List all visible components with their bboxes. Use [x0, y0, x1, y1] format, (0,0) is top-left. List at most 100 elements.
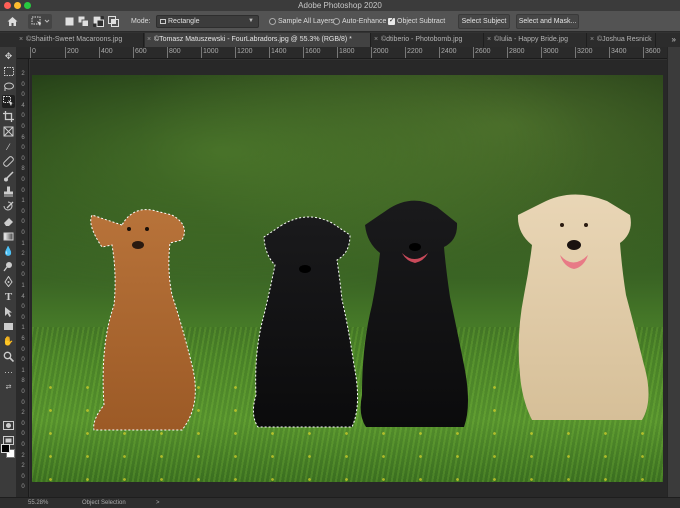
quick-mask-icon [3, 421, 14, 430]
gradient-tool[interactable] [2, 230, 15, 243]
ruler-digit: 2 [21, 452, 25, 459]
close-tab-icon[interactable]: × [19, 33, 23, 47]
rectangle-mode-icon [160, 19, 166, 24]
subtract-from-selection-icon [93, 16, 104, 27]
quick-mask-button[interactable] [2, 419, 15, 432]
marquee-tool[interactable] [2, 65, 15, 78]
ruler-digit: 1 [21, 283, 25, 289]
ruler-label: 3600 [643, 47, 661, 58]
horizontal-ruler[interactable]: 0 200 400 600 800 1000 1200 1400 1600 18… [17, 47, 667, 59]
four-labradors-photo[interactable] [32, 75, 663, 482]
add-to-selection-button[interactable] [78, 16, 89, 27]
right-panel-dock[interactable] [667, 47, 680, 497]
dodge-tool[interactable] [2, 260, 15, 273]
close-tab-icon[interactable]: × [147, 33, 151, 47]
sample-all-layers-label: Sample All Layers [278, 18, 335, 25]
rectangle-tool[interactable] [2, 320, 15, 333]
rectangle-icon [4, 323, 13, 330]
ruler-digit: 0 [21, 145, 25, 152]
object-subtract-checkbox[interactable] [388, 16, 395, 25]
close-tab-icon[interactable]: × [487, 33, 491, 47]
path-selection-tool[interactable] [2, 305, 15, 318]
ruler-label: 800 [167, 47, 181, 58]
auto-enhance-checkbox[interactable] [333, 18, 340, 25]
brush-icon [4, 171, 14, 182]
options-bar: Mode: Rectangle ▼ Sample All Layers Auto… [0, 11, 680, 32]
ruler-digit: 0 [21, 346, 25, 353]
clone-stamp-tool[interactable] [2, 185, 15, 198]
tab-label: ©Tomasz Matuszewski - FourLabradors.jpg … [154, 36, 352, 43]
tab-sweet-macaroons[interactable]: × ©Shaiith-Sweet Macaroons.jpg [17, 33, 144, 47]
zoom-level[interactable]: 55.28% [28, 498, 48, 508]
eyedropper-tool[interactable]: ⁄ [2, 140, 15, 153]
ruler-digit: 0 [21, 389, 25, 395]
ellipsis-icon: ··· [4, 366, 13, 377]
tab-overflow-button[interactable]: » [672, 33, 676, 47]
tab-four-labradors[interactable]: × ©Tomasz Matuszewski - FourLabradors.jp… [145, 33, 371, 47]
subtract-from-selection-button[interactable] [93, 16, 104, 27]
mode-select[interactable]: Rectangle ▼ [156, 15, 259, 28]
history-brush-tool[interactable] [2, 200, 15, 213]
status-info-arrow[interactable]: > [156, 498, 160, 508]
dodge-icon [3, 262, 12, 272]
blur-tool[interactable]: 💧 [2, 245, 15, 258]
status-info: Object Selection [82, 500, 126, 506]
ruler-digit: 1 [21, 240, 25, 247]
ruler-label: 600 [133, 47, 147, 58]
tab-happy-bride[interactable]: × ©Iulia - Happy Bride.jpg [485, 33, 587, 47]
type-tool[interactable]: T [2, 290, 15, 303]
close-tab-icon[interactable]: × [374, 33, 378, 47]
dogs-illustration [90, 194, 649, 431]
frame-tool[interactable] [2, 125, 15, 138]
home-icon[interactable] [6, 15, 19, 28]
ruler-label: 2000 [371, 47, 389, 58]
tool-preset-picker[interactable] [28, 14, 52, 29]
hand-tool[interactable]: ✋ [2, 335, 15, 348]
vertical-ruler[interactable]: 2 0 0 4 0 0 6 0 0 8 0 0 1 0 0 0 1 2 0 0 1 4 0 0 1 6 0 0 1 8 0 0 2 0 0 0 2 2 0 0 [17, 59, 29, 497]
ruler-digit: 0 [21, 219, 25, 226]
crop-tool[interactable] [2, 110, 15, 123]
ruler-digit: 0 [21, 357, 25, 364]
ruler-label: 2600 [473, 47, 491, 58]
more-tools-button[interactable]: ··· [2, 365, 15, 378]
ruler-label: 3400 [609, 47, 627, 58]
fox-red-labrador [90, 209, 196, 431]
ruler-digit: 0 [21, 124, 25, 130]
brush-tool[interactable] [2, 170, 15, 183]
select-subject-button[interactable]: Select Subject [458, 14, 510, 29]
mode-label: Mode: [131, 18, 151, 25]
intersect-selection-button[interactable] [108, 16, 119, 27]
ruler-digit: 0 [21, 272, 25, 279]
history-brush-icon [3, 201, 14, 211]
object-selection-tool[interactable] [2, 95, 15, 108]
ruler-label: 2400 [439, 47, 457, 58]
new-selection-button[interactable] [64, 16, 75, 27]
foreground-color-swatch[interactable] [1, 444, 10, 453]
move-tool[interactable]: ✥ [2, 50, 15, 63]
eraser-icon [4, 218, 13, 226]
lasso-icon [4, 82, 14, 91]
tab-joshua-resnick[interactable]: × ©Joshua Resnick [588, 33, 656, 47]
droplet-icon: 💧 [2, 246, 15, 256]
ruler-label: 3000 [541, 47, 559, 58]
lasso-tool[interactable] [2, 80, 15, 93]
ruler-label: 3200 [575, 47, 593, 58]
healing-brush-tool[interactable] [2, 155, 15, 168]
select-and-mask-button[interactable]: Select and Mask... [516, 14, 579, 29]
pen-tool[interactable] [2, 275, 15, 288]
ruler-digit: 0 [21, 473, 25, 480]
tab-label: ©Joshua Resnick [597, 36, 652, 43]
add-to-selection-icon [78, 16, 89, 27]
zoom-tool[interactable] [2, 350, 15, 363]
ruler-digit: 0 [21, 442, 25, 448]
object-subtract-label: Object Subtract [397, 18, 446, 25]
ruler-digit: 0 [21, 155, 25, 162]
ruler-digit: 1 [21, 198, 25, 205]
ruler-digit: 0 [21, 261, 25, 268]
edit-toolbar-button[interactable]: ⇄ [2, 380, 15, 393]
tab-photobomb[interactable]: × ©dtiberio - Photobomb.jpg [372, 33, 484, 47]
eraser-tool[interactable] [2, 215, 15, 228]
sample-all-layers-checkbox[interactable] [269, 18, 276, 25]
close-tab-icon[interactable]: × [590, 33, 594, 47]
document-canvas[interactable] [30, 60, 667, 497]
